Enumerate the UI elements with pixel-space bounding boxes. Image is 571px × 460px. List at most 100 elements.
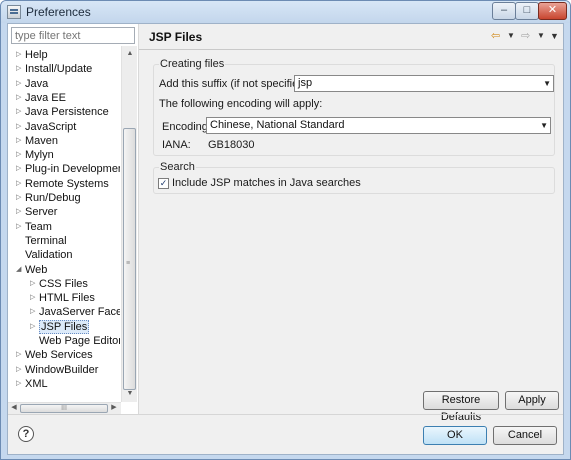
filter-input[interactable] [11, 27, 135, 44]
scrollbar-thumb[interactable] [123, 128, 136, 390]
collapsed-arrow-icon[interactable]: ▷ [16, 162, 25, 176]
tree-item[interactable]: Web Page Editor [30, 334, 120, 348]
collapsed-arrow-icon[interactable]: ▷ [16, 363, 25, 377]
collapsed-arrow-icon[interactable]: ▷ [16, 220, 25, 234]
tree-item[interactable]: ▷ XML [16, 377, 48, 391]
collapsed-arrow-icon[interactable]: ▷ [30, 291, 39, 305]
collapsed-arrow-icon[interactable]: ▷ [16, 134, 25, 148]
tree-item[interactable]: ▷ WindowBuilder [16, 363, 98, 377]
back-history-chevron-down-icon[interactable]: ▼ [507, 29, 515, 43]
tree-vertical-scrollbar[interactable]: ▲ ≡ ▼ [121, 46, 137, 402]
tree-item[interactable]: Validation [16, 248, 73, 262]
tree-item[interactable]: ▷ JSP Files [30, 319, 90, 334]
view-menu-icon[interactable]: ▼ [550, 29, 559, 43]
forward-history-chevron-down-icon[interactable]: ▼ [537, 29, 545, 43]
tree-item[interactable]: ▷ Java EE [16, 91, 66, 105]
encoding-note: The following encoding will apply: [159, 98, 323, 110]
tree-item[interactable]: ▷ Java [16, 77, 48, 91]
tree-item[interactable]: ◢ Web [16, 263, 47, 277]
dialog-client-area: ▷Help▷Install/Update▷Java▷Java EE▷Java P… [7, 23, 564, 455]
collapsed-arrow-icon[interactable]: ▷ [16, 148, 25, 162]
encoding-value: Chinese, National Standard [210, 119, 345, 131]
tree-item-label: Java EE [25, 91, 66, 104]
scroll-right-arrow-icon[interactable]: ▶ [108, 401, 120, 413]
preferences-tree[interactable]: ▷ Help ▷ Install/Update ▷ Java ▷ Java EE ▷ Java P… [8, 46, 120, 402]
tree-item[interactable]: ▷ Help [16, 48, 48, 62]
iana-label: IANA: [162, 139, 191, 151]
collapsed-arrow-icon[interactable]: ▷ [30, 320, 39, 334]
close-button[interactable]: ✕ [538, 2, 567, 20]
tree-item[interactable]: ▷ Mylyn [16, 148, 54, 162]
search-legend: Search [159, 161, 196, 173]
tree-item[interactable]: ▷ Web Services [16, 348, 93, 362]
tree-item[interactable]: ▷ Install/Update [16, 62, 92, 76]
back-arrow-icon[interactable]: ⇦ [491, 29, 500, 43]
tree-item[interactable]: ▷ Server [16, 205, 57, 219]
apply-button[interactable]: Apply [505, 391, 559, 410]
forward-arrow-icon[interactable]: ⇨ [521, 29, 530, 43]
encoding-combo[interactable]: Chinese, National Standard ▼ [206, 117, 551, 134]
chevron-down-icon: ▼ [540, 121, 548, 130]
scrollbar-grip: ≡ [126, 260, 131, 267]
tree-item[interactable]: Terminal [16, 234, 67, 248]
tree-item-label: Validation [25, 249, 73, 262]
maximize-button[interactable]: □ [515, 2, 539, 20]
ok-button[interactable]: OK [423, 426, 487, 445]
restore-defaults-button[interactable]: Restore Defaults [423, 391, 499, 423]
collapsed-arrow-icon[interactable]: ▷ [16, 105, 25, 119]
tree-item-label: Run/Debug [25, 192, 81, 204]
tree-item-label: Web Page Editor [39, 335, 120, 347]
tree-item[interactable]: ▷ Remote Systems [16, 177, 109, 191]
tree-item[interactable]: ▷ Java Persistence [16, 105, 109, 119]
tree-item-label: Web [25, 263, 48, 276]
help-icon[interactable]: ? [18, 426, 34, 442]
horizontal-scrollbar-thumb[interactable]: III [20, 404, 108, 413]
tree-item-label: WindowBuilder [25, 363, 99, 376]
collapsed-arrow-icon[interactable]: ▷ [16, 191, 25, 205]
preferences-window: Preferences – □ ✕ ▷Help▷Install/Update▷J… [0, 0, 571, 460]
tree-item-label: CSS Files [39, 277, 88, 290]
suffix-value: jsp [298, 77, 313, 89]
tree-item[interactable]: ▷ Run/Debug [16, 191, 81, 205]
tree-item-label: Web Services [25, 349, 93, 362]
collapsed-arrow-icon[interactable]: ▷ [16, 377, 25, 391]
collapsed-arrow-icon[interactable]: ▷ [16, 48, 25, 62]
scroll-down-arrow-icon[interactable]: ▼ [122, 386, 138, 402]
collapsed-arrow-icon[interactable]: ▷ [30, 305, 39, 319]
tree-item-label: Java Persistence [25, 106, 109, 119]
title-bar[interactable]: Preferences – □ ✕ [1, 1, 570, 23]
creating-files-legend: Creating files [159, 58, 226, 70]
collapsed-arrow-icon[interactable]: ▷ [16, 62, 25, 76]
search-group: Search ✓ Include JSP matches in Java sea… [153, 161, 555, 194]
tree-item[interactable]: ▷ Maven [16, 134, 58, 148]
preferences-app-icon [7, 5, 21, 19]
tree-item[interactable]: ▷ CSS Files [30, 277, 88, 291]
tree-item-label: Java [25, 77, 49, 90]
tree-item-label: Plug-in Development [25, 163, 120, 176]
include-jsp-label[interactable]: Include JSP matches in Java searches [172, 177, 361, 189]
tree-item[interactable]: ▷ Plug-in Development [16, 162, 120, 176]
include-jsp-checkbox[interactable]: ✓ [158, 178, 169, 189]
collapsed-arrow-icon[interactable]: ▷ [30, 277, 39, 291]
collapsed-arrow-icon[interactable]: ▷ [16, 91, 25, 105]
scroll-left-arrow-icon[interactable]: ◀ [8, 401, 20, 413]
tree-item-label: Server [25, 206, 58, 219]
collapsed-arrow-icon[interactable]: ▷ [16, 348, 25, 362]
collapsed-arrow-icon[interactable]: ▷ [16, 77, 25, 91]
tree-horizontal-scrollbar[interactable]: ◀ III ▶ [8, 402, 121, 414]
collapsed-arrow-icon[interactable]: ▷ [16, 120, 25, 134]
suffix-combo[interactable]: jsp ▼ [294, 75, 554, 92]
tree-item-label: JavaServer Faces T [39, 306, 120, 319]
tree-item-label: JSP Files [39, 319, 90, 334]
tree-item[interactable]: ▷ Team [16, 220, 52, 234]
minimize-button[interactable]: – [492, 2, 516, 20]
tree-item-label: Install/Update [25, 63, 93, 76]
collapsed-arrow-icon[interactable]: ▷ [16, 177, 25, 191]
cancel-button[interactable]: Cancel [493, 426, 557, 445]
expanded-arrow-icon[interactable]: ◢ [16, 263, 25, 277]
collapsed-arrow-icon[interactable]: ▷ [16, 205, 25, 219]
tree-item[interactable]: ▷ HTML Files [30, 291, 95, 305]
tree-item[interactable]: ▷ JavaScript [16, 120, 76, 134]
scroll-up-arrow-icon[interactable]: ▲ [122, 46, 138, 62]
tree-item[interactable]: ▷JavaServer Faces T [30, 305, 120, 319]
